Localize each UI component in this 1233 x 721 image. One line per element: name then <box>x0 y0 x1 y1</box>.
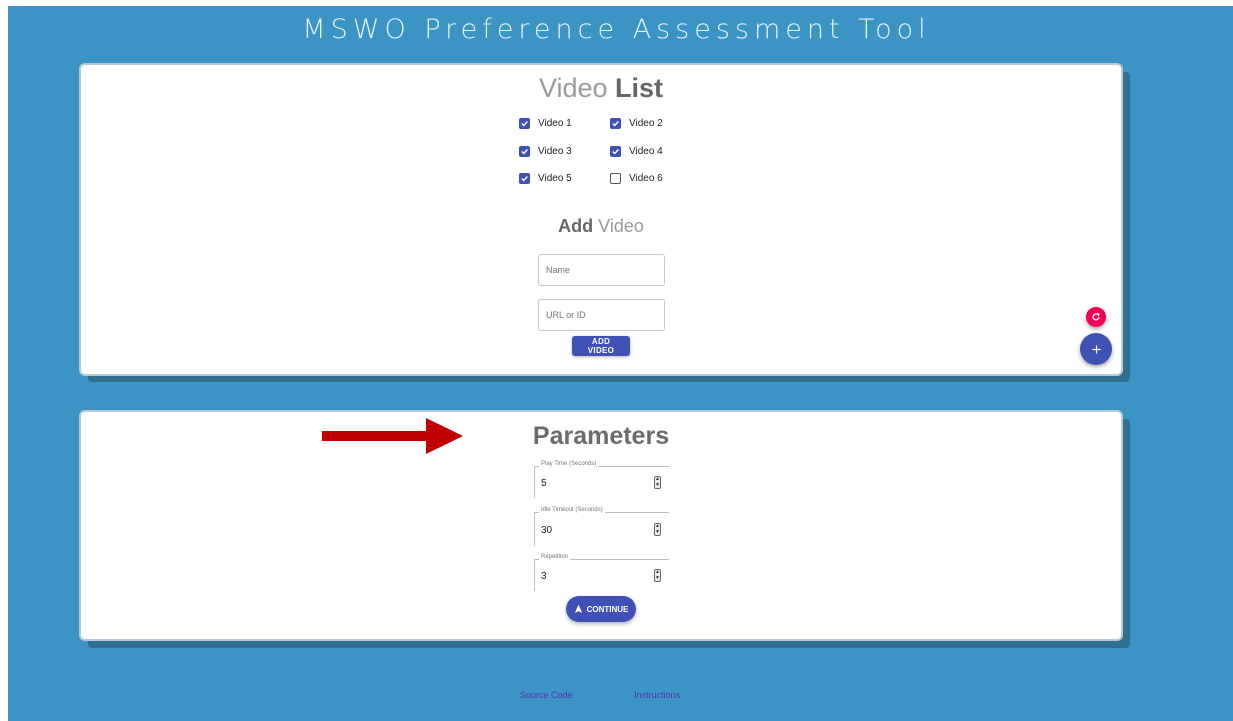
repetition-label: Repetition <box>539 554 571 560</box>
app-title: MSWO Preference Assessment Tool <box>302 14 931 45</box>
play-time-field[interactable]: Play Time (Seconds) 5 ▲ ▼ <box>534 461 669 498</box>
play-time-value[interactable]: 5 <box>541 478 547 489</box>
spinner-arrows-icon[interactable]: ▲ ▼ <box>654 523 661 536</box>
plus-icon <box>1091 344 1102 355</box>
idle-timeout-field[interactable]: Idle Timeout (Seconds) 30 ▲ ▼ <box>534 507 669 546</box>
refresh-button[interactable] <box>1086 307 1106 327</box>
checkbox-checked-icon[interactable] <box>519 118 530 129</box>
navigation-arrow-icon <box>574 604 583 614</box>
video-checkbox-item[interactable]: Video 4 <box>610 146 663 157</box>
video-checkbox-item[interactable]: Video 3 <box>519 146 572 157</box>
checkbox-checked-icon[interactable] <box>519 146 530 157</box>
repetition-value[interactable]: 3 <box>541 571 547 582</box>
idle-timeout-value[interactable]: 30 <box>541 525 552 536</box>
source-code-link[interactable]: Source Code <box>520 690 573 700</box>
video-url-input[interactable] <box>538 299 665 331</box>
instructions-link[interactable]: Instructions <box>634 690 680 700</box>
refresh-icon <box>1091 312 1101 322</box>
checkbox-checked-icon[interactable] <box>519 173 530 184</box>
video-label: Video 6 <box>629 173 663 184</box>
video-checkbox-item[interactable]: Video 1 <box>519 118 572 129</box>
annotation-arrow-icon <box>322 418 463 454</box>
video-checkbox-item[interactable]: Video 5 <box>519 173 572 184</box>
continue-button[interactable]: CONTINUE <box>566 596 636 622</box>
repetition-field[interactable]: Repetition 3 ▲ ▼ <box>534 554 669 591</box>
video-list-title: Video List <box>538 73 664 103</box>
continue-label: CONTINUE <box>586 604 629 614</box>
video-label: Video 2 <box>629 118 663 129</box>
checkbox-unchecked-icon[interactable] <box>610 173 621 184</box>
video-label: Video 5 <box>538 173 572 184</box>
video-label: Video 1 <box>538 118 572 129</box>
add-fab-button[interactable] <box>1080 333 1112 365</box>
video-checkbox-item[interactable]: Video 6 <box>610 173 663 184</box>
checkbox-checked-icon[interactable] <box>610 118 621 129</box>
parameters-card: Parameters Play Time (Seconds) 5 ▲ ▼ Idle… <box>81 412 1121 639</box>
video-label: Video 4 <box>629 146 663 157</box>
video-name-input[interactable] <box>538 254 665 286</box>
parameters-title: Parameters <box>532 422 670 450</box>
video-list-card: Video List Video 1 Video 2 Video 3 Video… <box>81 65 1121 374</box>
idle-timeout-label: Idle Timeout (Seconds) <box>539 507 605 513</box>
video-label: Video 3 <box>538 146 572 157</box>
spinner-arrows-icon[interactable]: ▲ ▼ <box>654 569 661 582</box>
add-video-button[interactable]: ADD VIDEO <box>572 336 630 356</box>
spinner-arrows-icon[interactable]: ▲ ▼ <box>654 476 661 489</box>
checkbox-checked-icon[interactable] <box>610 146 621 157</box>
play-time-label: Play Time (Seconds) <box>539 461 599 467</box>
video-checkbox-item[interactable]: Video 2 <box>610 118 663 129</box>
add-video-title: Add Video <box>558 216 644 236</box>
